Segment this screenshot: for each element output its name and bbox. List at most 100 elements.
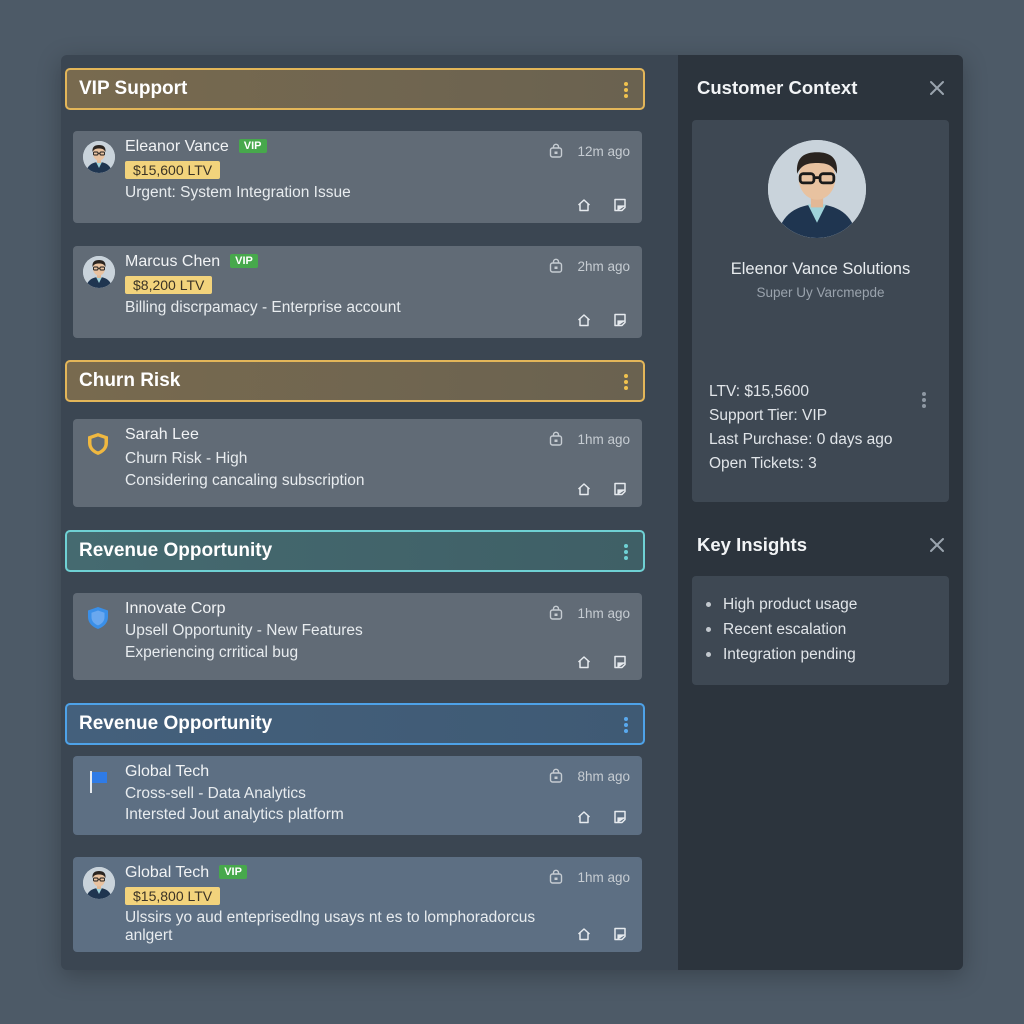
briefcase-icon xyxy=(548,431,564,447)
ticket-time: 1hm ago xyxy=(577,869,630,885)
note-icon[interactable] xyxy=(612,654,628,670)
group-title: Revenue Opportunity xyxy=(79,540,273,561)
ticket-time: 1hm ago xyxy=(577,605,630,621)
ticket-subject: Upsell Opportunity - New Features xyxy=(125,622,363,639)
home-icon[interactable] xyxy=(576,809,592,825)
profile-menu-icon[interactable] xyxy=(921,392,927,408)
side-panel: Customer Context Eleenor Vance Solutions… xyxy=(678,55,963,970)
ticket-card[interactable]: Eleanor Vance VIP $15,600 LTV Urgent: Sys… xyxy=(73,131,642,223)
insight-item: Integration pending xyxy=(706,642,857,667)
ltv-badge: $8,200 LTV xyxy=(125,276,213,294)
customer-profile-card: Eleenor Vance Solutions Super Uy Varcmep… xyxy=(692,120,949,502)
ticket-meta: 1hm ago xyxy=(548,869,630,885)
group-header-churn-risk[interactable]: Churn Risk xyxy=(65,360,645,402)
ticket-meta: 2hm ago xyxy=(548,258,630,274)
flag-icon xyxy=(90,771,107,793)
panel-title-customer-context: Customer Context xyxy=(697,77,858,98)
customer-name: Eleanor Vance xyxy=(125,138,229,155)
ltv-badge: $15,600 LTV xyxy=(125,161,221,179)
card-actions xyxy=(576,809,628,825)
avatar xyxy=(83,141,115,173)
note-icon[interactable] xyxy=(612,312,628,328)
card-actions xyxy=(576,926,628,942)
ticket-card[interactable]: Global Tech VIP $15,800 LTV Ulssirs yo au… xyxy=(73,857,642,952)
ticket-time: 12m ago xyxy=(577,143,630,159)
shield-icon xyxy=(88,433,108,455)
card-actions xyxy=(576,481,628,497)
insight-item: High product usage xyxy=(706,592,857,617)
card-actions xyxy=(576,312,628,328)
ticket-detail: anlgert xyxy=(125,927,173,944)
avatar xyxy=(83,256,115,288)
briefcase-icon xyxy=(548,869,564,885)
home-icon[interactable] xyxy=(576,654,592,670)
stat-support-tier: Support Tier: VIP xyxy=(709,407,828,424)
stat-open-tickets: Open Tickets: 3 xyxy=(709,455,817,472)
customer-name: Marcus Chen xyxy=(125,253,221,270)
company-subtitle: Super Uy Varcmepde xyxy=(756,285,885,300)
briefcase-icon xyxy=(548,258,564,274)
ticket-card[interactable]: Sarah Lee Churn Risk - High Considering … xyxy=(73,419,642,507)
note-icon[interactable] xyxy=(612,481,628,497)
briefcase-icon xyxy=(548,768,564,784)
note-icon[interactable] xyxy=(612,197,628,213)
group-menu-icon[interactable] xyxy=(623,717,629,733)
panel-title-key-insights: Key Insights xyxy=(697,534,807,555)
insight-item: Recent escalation xyxy=(706,617,857,642)
ltv-badge: $15,800 LTV xyxy=(125,887,221,905)
ticket-subject: Churn Risk - High xyxy=(125,450,248,467)
ticket-subject: Billing discrpamacy - Enterprise account xyxy=(125,299,401,316)
briefcase-icon xyxy=(548,605,564,621)
home-icon[interactable] xyxy=(576,197,592,213)
group-title: Churn Risk xyxy=(79,370,181,391)
stat-last-purchase: Last Purchase: 0 days ago xyxy=(709,431,893,448)
ticket-card[interactable]: Marcus Chen VIP $8,200 LTV Billing discrp… xyxy=(73,246,642,338)
ticket-detail: Experiencing crritical bug xyxy=(125,644,299,661)
ticket-subject: Cross-sell - Data Analytics xyxy=(125,785,306,802)
group-menu-icon[interactable] xyxy=(623,374,629,390)
ticket-subject: Ulssirs yo aud enteprisedlng usays nt es… xyxy=(125,909,536,926)
customer-name: Global Tech xyxy=(125,864,210,881)
insights-card: High product usage Recent escalation Int… xyxy=(692,576,949,685)
insights-list: High product usage Recent escalation Int… xyxy=(706,592,857,667)
customer-name: Sarah Lee xyxy=(125,426,199,443)
group-title: VIP Support xyxy=(79,78,188,99)
ticket-meta: 1hm ago xyxy=(548,605,630,621)
app-window: VIP Support Eleanor Vance VIP $15,600 LTV… xyxy=(61,55,963,970)
briefcase-icon xyxy=(548,143,564,159)
vip-badge: VIP xyxy=(238,139,267,153)
avatar xyxy=(768,140,866,238)
group-header-revenue-opportunity[interactable]: Revenue Opportunity xyxy=(65,530,645,572)
group-header-vip-support[interactable]: VIP Support xyxy=(65,68,645,110)
ticket-card[interactable]: Innovate Corp Upsell Opportunity - New F… xyxy=(73,593,642,680)
ticket-card[interactable]: Global Tech Cross-sell - Data Analytics … xyxy=(73,756,642,835)
note-icon[interactable] xyxy=(612,926,628,942)
home-icon[interactable] xyxy=(576,312,592,328)
note-icon[interactable] xyxy=(612,809,628,825)
customer-name: Global Tech xyxy=(125,763,210,780)
group-menu-icon[interactable] xyxy=(623,82,629,98)
avatar xyxy=(83,867,115,899)
ticket-time: 8hm ago xyxy=(577,768,630,784)
company-name: Eleenor Vance Solutions xyxy=(730,260,911,278)
ticket-subject: Urgent: System Integration Issue xyxy=(125,184,351,201)
shield-icon xyxy=(88,607,108,629)
vip-badge: VIP xyxy=(219,865,247,879)
ticket-detail: Considering cancaling subscription xyxy=(125,472,365,489)
group-menu-icon[interactable] xyxy=(623,544,629,560)
group-title: Revenue Opportunity xyxy=(79,713,273,734)
queue-column: VIP Support Eleanor Vance VIP $15,600 LTV… xyxy=(61,55,678,970)
card-actions xyxy=(576,654,628,670)
home-icon[interactable] xyxy=(576,926,592,942)
stat-ltv: LTV: $15,5600 xyxy=(709,383,809,400)
card-actions xyxy=(576,197,628,213)
ticket-meta: 8hm ago xyxy=(548,768,630,784)
close-icon[interactable] xyxy=(929,537,945,553)
close-icon[interactable] xyxy=(929,80,945,96)
ticket-time: 2hm ago xyxy=(577,258,630,274)
ticket-time: 1hm ago xyxy=(577,431,630,447)
ticket-meta: 1hm ago xyxy=(548,431,630,447)
ticket-detail: Intersted Jout analytics platform xyxy=(125,806,344,823)
home-icon[interactable] xyxy=(576,481,592,497)
group-header-revenue-opportunity[interactable]: Revenue Opportunity xyxy=(65,703,645,745)
